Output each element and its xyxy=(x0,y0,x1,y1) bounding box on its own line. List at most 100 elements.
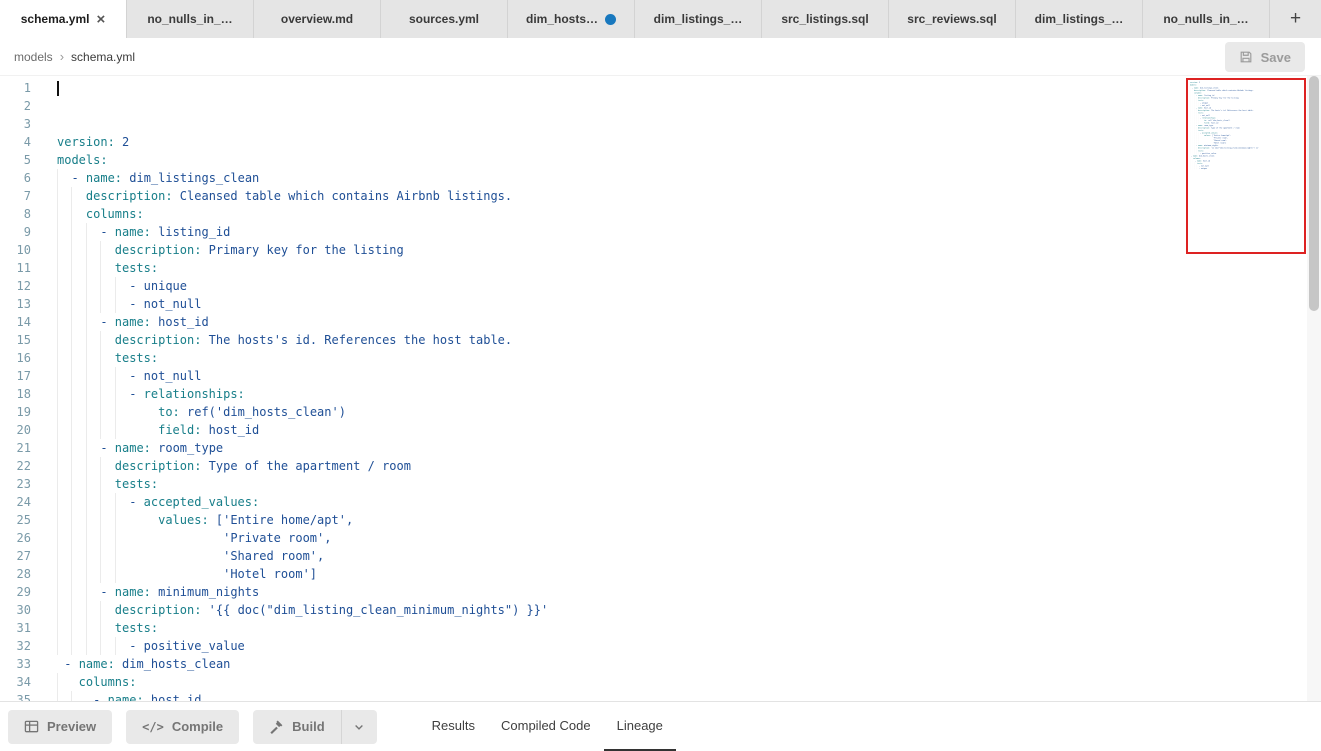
code-content[interactable]: version: 2models:- name: dim_listings_cl… xyxy=(57,79,548,701)
line-number: 5 xyxy=(0,151,40,169)
line-number: 31 xyxy=(0,619,40,637)
line-number: 12 xyxy=(0,277,40,295)
editor-tab[interactable]: schema.yml × xyxy=(0,0,127,38)
line-number: 8 xyxy=(0,205,40,223)
preview-button[interactable]: Preview xyxy=(8,710,112,744)
save-button[interactable]: Save xyxy=(1225,42,1305,72)
editor-tab-bar: schema.yml×no_nulls_in_…overview.mdsourc… xyxy=(0,0,1321,38)
code-line[interactable]: 'Private room', xyxy=(57,529,548,547)
editor-tab[interactable]: src_reviews.sql xyxy=(889,0,1016,38)
code-line[interactable]: columns: xyxy=(57,673,548,691)
line-number: 13 xyxy=(0,295,40,313)
code-line[interactable]: - unique xyxy=(57,277,548,295)
code-line[interactable]: 'Hotel room'] xyxy=(57,565,548,583)
code-line[interactable]: - accepted_values: xyxy=(57,493,548,511)
code-line[interactable]: - relationships: xyxy=(57,385,548,403)
tab-label: schema.yml xyxy=(21,12,90,26)
code-line[interactable]: field: host_id xyxy=(57,421,548,439)
panel-tab-compiled-code[interactable]: Compiled Code xyxy=(488,702,604,751)
line-number: 14 xyxy=(0,313,40,331)
code-line[interactable]: - name: dim_hosts_clean xyxy=(57,655,548,673)
bottom-panel-tabs: ResultsCompiled CodeLineage xyxy=(419,702,676,751)
scrollbar-thumb[interactable] xyxy=(1309,76,1319,311)
minimap-content: version: 2models:- name: dim_listings_cl… xyxy=(1188,80,1297,170)
line-number: 29 xyxy=(0,583,40,601)
editor-tab[interactable]: no_nulls_in_… xyxy=(127,0,254,38)
line-number: 33 xyxy=(0,655,40,673)
compile-button-label: Compile xyxy=(172,719,223,734)
editor-tab[interactable]: overview.md xyxy=(254,0,381,38)
editor-tab[interactable]: dim_listings_… xyxy=(635,0,762,38)
bottom-action-bar: Preview </> Compile Build ResultsCompile… xyxy=(0,701,1321,751)
minimap[interactable]: version: 2models:- name: dim_listings_cl… xyxy=(1186,78,1306,254)
modified-indicator-icon xyxy=(605,14,616,25)
line-number: 19 xyxy=(0,403,40,421)
line-number: 18 xyxy=(0,385,40,403)
code-line[interactable]: - positive_value xyxy=(57,637,548,655)
build-button[interactable]: Build xyxy=(253,710,341,744)
code-line[interactable]: - name: listing_id xyxy=(57,223,548,241)
editor-scrollbar[interactable] xyxy=(1307,76,1321,701)
code-line[interactable]: 'Shared room', xyxy=(57,547,548,565)
chevron-down-icon xyxy=(353,721,365,733)
line-number: 17 xyxy=(0,367,40,385)
line-number: 21 xyxy=(0,439,40,457)
code-line[interactable]: tests: xyxy=(57,475,548,493)
preview-button-label: Preview xyxy=(47,719,96,734)
editor-tab[interactable]: no_nulls_in_… xyxy=(1143,0,1270,38)
code-line[interactable]: - not_null xyxy=(57,295,548,313)
code-line[interactable]: - not_null xyxy=(57,367,548,385)
tab-label: src_reviews.sql xyxy=(907,12,996,26)
line-number: 2 xyxy=(0,97,40,115)
code-editor[interactable]: 1234567891011121314151617181920212223242… xyxy=(0,76,1321,701)
code-line[interactable]: - name: dim_listings_clean xyxy=(57,169,548,187)
build-button-label: Build xyxy=(292,719,325,734)
line-number: 23 xyxy=(0,475,40,493)
line-number: 15 xyxy=(0,331,40,349)
line-number: 16 xyxy=(0,349,40,367)
code-line[interactable]: tests: xyxy=(57,259,548,277)
editor-tab[interactable]: src_listings.sql xyxy=(762,0,889,38)
code-line[interactable]: tests: xyxy=(57,619,548,637)
code-line[interactable]: description: Primary key for the listing xyxy=(57,241,548,259)
code-line[interactable]: description: '{{ doc("dim_listing_clean_… xyxy=(57,601,548,619)
panel-tab-results[interactable]: Results xyxy=(419,702,488,751)
line-number-gutter: 1234567891011121314151617181920212223242… xyxy=(0,79,40,701)
close-icon[interactable]: × xyxy=(96,12,105,27)
panel-tab-lineage[interactable]: Lineage xyxy=(604,702,676,751)
build-dropdown-button[interactable] xyxy=(341,710,377,744)
breadcrumb-item-file: schema.yml xyxy=(71,50,135,64)
code-line[interactable]: description: The hosts's id. References … xyxy=(57,331,548,349)
line-number: 34 xyxy=(0,673,40,691)
code-line[interactable]: description: Cleansed table which contai… xyxy=(57,187,548,205)
tab-label: dim_listings_… xyxy=(1035,12,1124,26)
code-line[interactable]: - name: minimum_nights xyxy=(57,583,548,601)
tab-label: src_listings.sql xyxy=(781,12,868,26)
hammer-icon xyxy=(269,719,284,734)
save-button-label: Save xyxy=(1261,50,1291,65)
code-line[interactable]: to: ref('dim_hosts_clean') xyxy=(57,403,548,421)
editor-tab[interactable]: dim_listings_… xyxy=(1016,0,1143,38)
code-line[interactable]: description: Type of the apartment / roo… xyxy=(57,457,548,475)
compile-button[interactable]: </> Compile xyxy=(126,710,239,744)
breadcrumb-bar: models › schema.yml Save xyxy=(0,38,1321,76)
line-number: 4 xyxy=(0,133,40,151)
code-line[interactable]: tests: xyxy=(57,349,548,367)
new-tab-button[interactable]: + xyxy=(1270,0,1321,38)
line-number: 30 xyxy=(0,601,40,619)
code-line[interactable]: - name: room_type xyxy=(57,439,548,457)
line-number: 22 xyxy=(0,457,40,475)
line-number: 35 xyxy=(0,691,40,701)
editor-tab[interactable]: sources.yml xyxy=(381,0,508,38)
code-line[interactable]: columns: xyxy=(57,205,548,223)
code-line[interactable]: version: 2 xyxy=(57,133,548,151)
save-icon xyxy=(1239,50,1253,64)
code-line[interactable]: - name: host_id xyxy=(57,691,548,701)
dbt-ide-window: schema.yml×no_nulls_in_…overview.mdsourc… xyxy=(0,0,1321,751)
line-number: 32 xyxy=(0,637,40,655)
line-number: 25 xyxy=(0,511,40,529)
code-line[interactable]: models: xyxy=(57,151,548,169)
code-line[interactable]: values: ['Entire home/apt', xyxy=(57,511,548,529)
editor-tab[interactable]: dim_hosts… xyxy=(508,0,635,38)
code-line[interactable]: - name: host_id xyxy=(57,313,548,331)
